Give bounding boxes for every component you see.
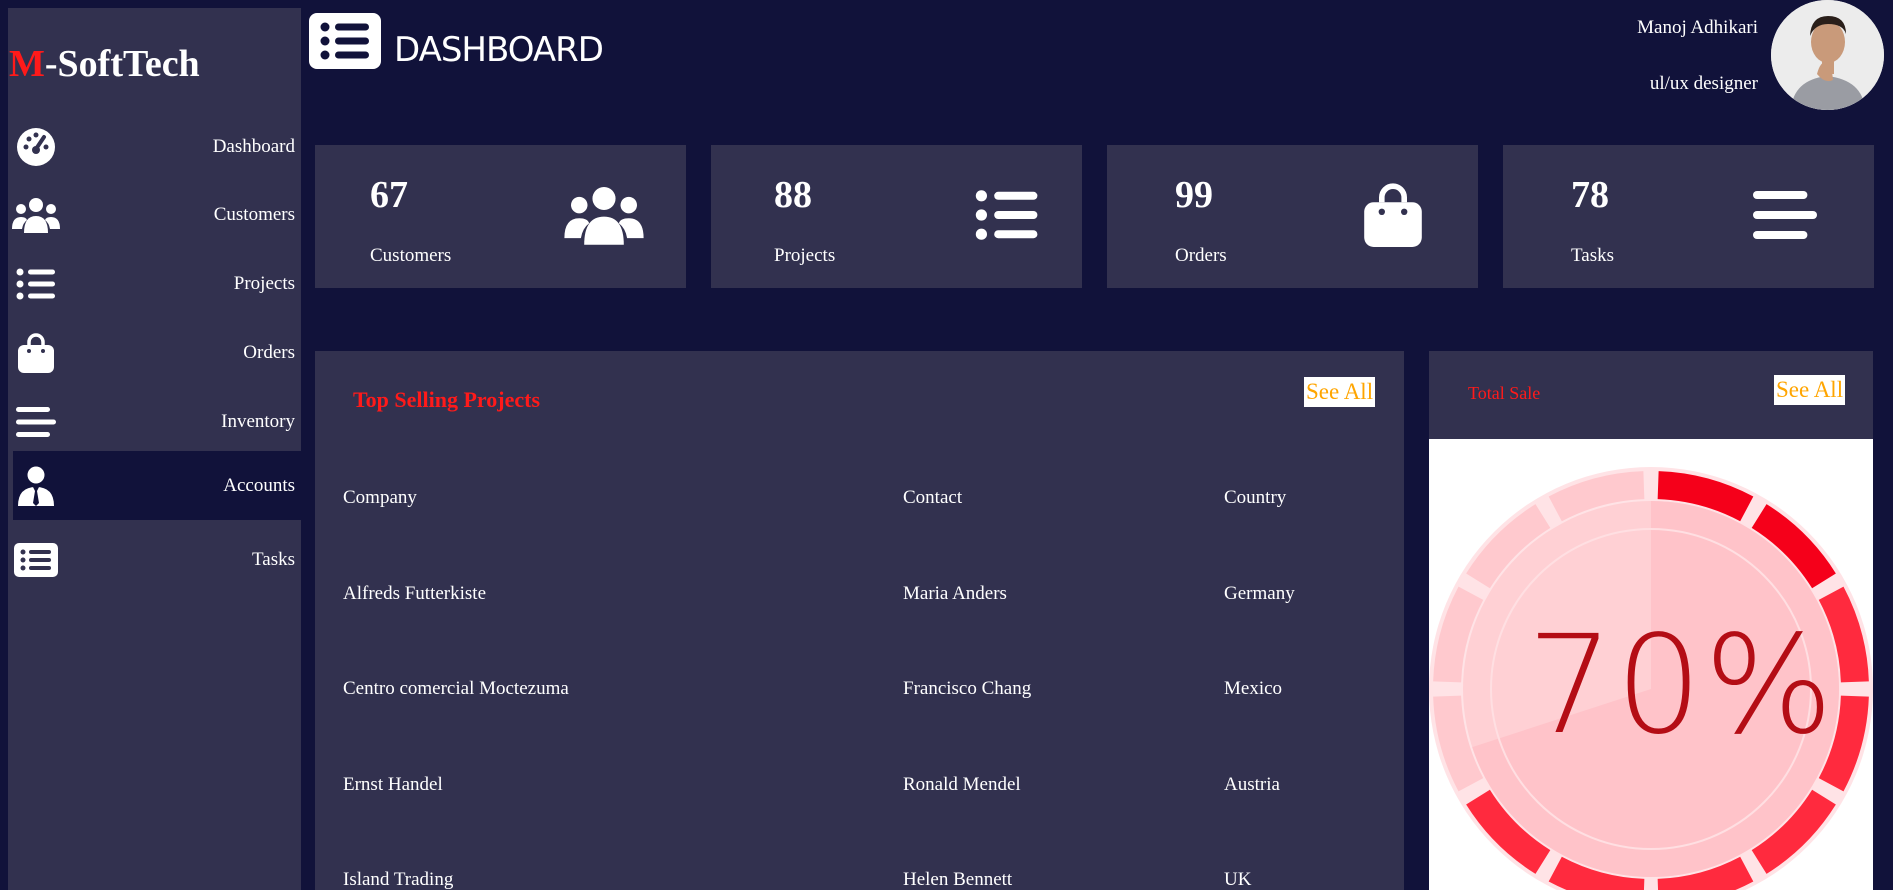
stat-card-customers[interactable]: 67 Customers <box>315 145 686 288</box>
brand-prefix: M <box>9 43 45 85</box>
page-title: DASHBOARD <box>394 30 604 70</box>
table-cell-company: Ernst Handel <box>343 774 443 795</box>
table-cell-country: Germany <box>1224 583 1295 604</box>
column-header-contact: Contact <box>903 487 963 508</box>
stat-card-tasks[interactable]: 78 Tasks <box>1503 145 1874 288</box>
table-cell-country: Austria <box>1224 774 1280 795</box>
stat-label: Orders <box>1175 245 1227 266</box>
sidebar-item-label: Tasks <box>251 548 295 570</box>
stat-label: Projects <box>774 245 836 266</box>
brand-name: -SoftTech <box>44 43 200 85</box>
sidebar-item-label: Customers <box>213 203 295 225</box>
sidebar-item-projects[interactable]: Projects <box>8 249 301 318</box>
sidebar-item-tasks[interactable]: Tasks <box>8 525 301 594</box>
table-cell-company: Centro comercial Moctezuma <box>343 678 569 699</box>
user-tie-icon <box>12 462 60 510</box>
see-all-projects-button[interactable]: See All <box>1304 377 1376 407</box>
task-list-icon <box>12 536 60 584</box>
bars-icon <box>12 398 60 446</box>
stat-label: Tasks <box>1571 245 1615 266</box>
table-cell-contact: Francisco Chang <box>903 678 1032 699</box>
list-icon <box>962 175 1052 255</box>
stat-label: Customers <box>370 245 452 266</box>
sidebar-item-label: Orders <box>243 341 295 363</box>
top-selling-projects-panel: Top Selling Projects See All Company Con… <box>315 351 1404 890</box>
sidebar-item-label: Dashboard <box>212 135 295 157</box>
user-name: Manoj Adhikari <box>1637 17 1758 38</box>
users-icon <box>12 191 60 239</box>
sidebar-item-label: Inventory <box>221 410 295 432</box>
sidebar-item-orders[interactable]: Orders <box>8 318 301 387</box>
stat-value: 67 <box>370 174 408 216</box>
stat-card-projects[interactable]: 88 Projects <box>711 145 1082 288</box>
total-sale-panel: Total Sale See All 70% <box>1429 351 1873 890</box>
stat-card-orders[interactable]: 99 Orders <box>1107 145 1478 288</box>
total-sale-gauge: 70% <box>1429 439 1873 890</box>
header-menu-icon[interactable] <box>309 13 381 69</box>
see-all-sales-button[interactable]: See All <box>1774 375 1846 405</box>
stat-value: 78 <box>1571 174 1609 216</box>
gauge-percentage: 70% <box>1527 607 1836 765</box>
user-role: ul/ux designer <box>1649 73 1758 94</box>
table-cell-country: UK <box>1224 869 1252 890</box>
users-icon <box>559 175 649 255</box>
panel-title: Top Selling Projects <box>353 387 541 412</box>
sidebar-item-label: Projects <box>233 272 295 294</box>
brand-logo: M-SoftTech <box>9 42 200 86</box>
table-cell-country: Mexico <box>1224 678 1283 699</box>
sidebar-item-label: Accounts <box>223 474 295 496</box>
avatar[interactable] <box>1771 0 1884 110</box>
shopping-bag-icon <box>1348 175 1438 255</box>
column-header-country: Country <box>1224 487 1287 508</box>
sidebar-item-dashboard[interactable]: Dashboard <box>8 112 301 181</box>
sidebar-item-customers[interactable]: Customers <box>8 180 301 249</box>
list-icon <box>12 260 60 308</box>
shopping-bag-icon <box>12 329 60 377</box>
table-cell-contact: Ronald Mendel <box>903 774 1021 795</box>
table-cell-contact: Helen Bennett <box>903 869 1013 890</box>
table-cell-company: Alfreds Futterkiste <box>343 583 487 604</box>
sidebar-item-inventory[interactable]: Inventory <box>8 387 301 456</box>
stat-value: 99 <box>1175 174 1213 216</box>
table-cell-contact: Maria Anders <box>903 583 1007 604</box>
panel-title: Total Sale <box>1468 383 1541 403</box>
column-header-company: Company <box>343 487 417 508</box>
sidebar-item-accounts[interactable]: Accounts <box>13 451 301 520</box>
sidebar: M-SoftTech Dashboard Customers Projects … <box>8 8 301 890</box>
table-cell-company: Island Trading <box>343 869 454 890</box>
stat-value: 88 <box>774 174 812 216</box>
bars-icon <box>1740 175 1830 255</box>
dashboard-gauge-icon <box>12 123 60 171</box>
